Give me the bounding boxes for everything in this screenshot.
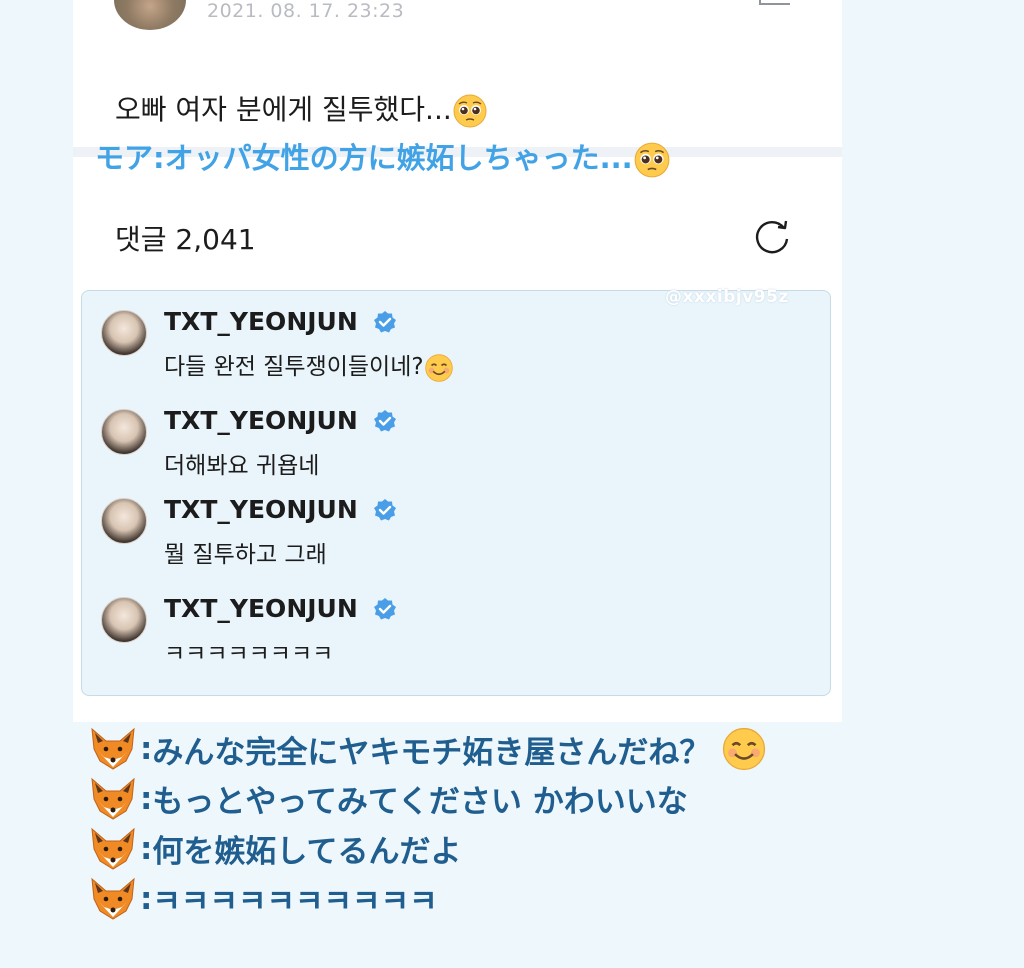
fox-icon [91,877,135,920]
translation-line: :もっとやってみてください かわいいな [88,776,1018,826]
commenter-name[interactable]: TXT_YEONJUN [164,307,358,336]
translation-text: もっとやってみてください かわいいな [152,784,688,820]
smiling-face-icon [723,727,766,771]
comment-item: TXT_YEONJUN ㅋㅋㅋㅋㅋㅋㅋㅋ [101,582,821,667]
translation-prefix: : [140,780,153,817]
commenter-name[interactable]: TXT_YEONJUN [164,495,358,524]
verified-badge-icon [374,410,396,432]
comment-item: TXT_YEONJUN 다들 완전 질투쟁이들이네? [101,295,821,382]
comment-item: TXT_YEONJUN 뭘 질투하고 그래 [101,483,821,568]
commenter-name[interactable]: TXT_YEONJUN [164,406,358,435]
comments-count: 댓글 2,041 [115,223,256,256]
pleading-face-icon [453,94,487,128]
fox-icon [91,727,135,770]
translation-prefix: : [140,830,153,867]
refresh-icon[interactable] [751,215,793,257]
translation-text: みんな完全にヤキモチ妬き屋さんだね？ [152,734,711,771]
comment-text: 뭘 질투하고 그래 [164,542,327,568]
commenter-avatar[interactable] [101,498,147,544]
translation-text: 何を嫉妬してるんだよ [152,834,462,870]
translation-line: :何を嫉妬してるんだよ [88,826,1018,876]
commenter-avatar[interactable] [101,597,147,643]
translation-line: : ㅋㅋㅋㅋㅋㅋㅋㅋㅋㅋ [88,876,1018,926]
commenter-avatar[interactable] [101,409,147,455]
verified-badge-icon [374,311,396,333]
post-body: 오빠 여자 분에게 질투했다... [115,88,488,129]
comment-text: ㅋㅋㅋㅋㅋㅋㅋㅋ [164,641,334,667]
fox-icon [91,777,135,820]
comment-text: 다들 완전 질투쟁이들이네? [164,347,454,383]
comment-item: TXT_YEONJUN 더해봐요 귀욥네 [101,394,821,479]
share-icon[interactable] [756,0,796,12]
translation-prefix: : [140,731,153,767]
post-timestamp: 2021. 08. 17. 23:23 [207,0,405,22]
translation-text: ㅋㅋㅋㅋㅋㅋㅋㅋㅋㅋ [152,884,438,920]
comment-text: 더해봐요 귀욥네 [164,453,320,479]
pleading-face-icon [634,142,670,178]
translation-prefix: : [140,880,153,917]
smiling-face-icon [424,353,453,382]
commenter-name[interactable]: TXT_YEONJUN [164,594,358,623]
fox-icon [91,827,135,870]
post-translation-text: モア:オッパ女性の方に嫉妬しちゃった... [95,141,633,175]
post-translation: モア:オッパ女性の方に嫉妬しちゃった... [95,135,671,179]
post-text: 오빠 여자 분에게 질투했다... [115,93,452,126]
translation-list: :みんな完全にヤキモチ妬き屋さんだね？ :もっとやってみてください かわいいな … [88,726,1018,926]
verified-badge-icon [374,598,396,620]
translation-line: :みんな完全にヤキモチ妬き屋さんだね？ [88,726,1018,776]
verified-badge-icon [374,499,396,521]
commenter-avatar[interactable] [101,310,147,356]
